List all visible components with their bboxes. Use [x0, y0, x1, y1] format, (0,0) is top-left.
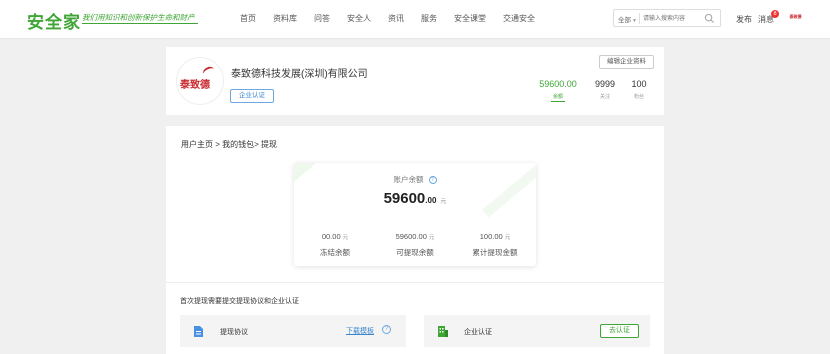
download-template-link[interactable]: 下载模板 — [346, 326, 374, 336]
top-navigation-bar: 安全家 我们用知识和创新保护生命和财产 首页 资料库 问答 安全人 资讯 服务 … — [0, 0, 830, 39]
agreement-title: 提现协议 — [220, 329, 248, 336]
help-icon[interactable]: ? — [428, 176, 437, 185]
certification-item: 企业认证 去认证 — [424, 315, 650, 347]
search-box: 全部▼ — [613, 9, 721, 27]
section-divider — [166, 282, 664, 283]
nav-item-safety-class[interactable]: 安全课堂 — [454, 13, 486, 24]
message-count-badge: 8 — [771, 10, 779, 18]
withdrawable-balance-value: 59600.00 — [395, 232, 427, 241]
total-withdrawn-label: 累计提现金额 — [472, 248, 518, 257]
chevron-down-icon: ▼ — [632, 18, 637, 24]
building-icon — [438, 326, 448, 337]
search-scope-select[interactable]: 全部▼ — [618, 14, 637, 24]
frozen-balance-value: 00.00 — [321, 232, 341, 241]
balance-value: 59600.00 — [539, 79, 577, 89]
stat-fans[interactable]: 100 粉丝 — [624, 79, 654, 100]
frozen-balance-label: 冻结余额 — [320, 248, 350, 257]
help-icon[interactable]: ? — [382, 325, 391, 334]
balance-amount-decimal: .00 — [425, 196, 437, 205]
balance-amount-integer: 59600 — [383, 190, 426, 207]
site-slogan: 我们用知识和创新保护生命和财产 — [82, 12, 198, 24]
balance-amount: 59600.00 元 — [294, 190, 536, 208]
withdraw-panel: 用户主页 > 我的钱包> 提现 账户余额? 59600.00 元 00.00 元 冻… — [166, 126, 664, 354]
fans-value: 100 — [631, 79, 647, 89]
search-separator — [639, 13, 640, 24]
nav-item-qa[interactable]: 问答 — [314, 13, 330, 24]
nav-item-home[interactable]: 首页 — [240, 13, 256, 24]
total-withdrawn-value: 100.00 — [479, 232, 503, 241]
site-logo[interactable]: 安全家 — [27, 8, 81, 33]
following-label: 关注 — [599, 94, 610, 100]
search-icon[interactable] — [704, 13, 715, 24]
withdrawable-balance: 59600.00 元 可提现余额 — [375, 232, 455, 258]
nav-item-news[interactable]: 资讯 — [388, 13, 404, 24]
balance-amount-unit: 元 — [440, 199, 447, 205]
go-certify-button[interactable]: 去认证 — [600, 324, 639, 338]
company-cert-button[interactable]: 企业认证 — [230, 89, 274, 103]
breadcrumb: 用户主页 > 我的钱包> 提现 — [181, 140, 278, 149]
withdraw-notice: 首次提现需要提交提现协议和企业认证 — [180, 298, 299, 305]
total-withdrawn: 100.00 元 累计提现金额 — [455, 232, 535, 258]
document-icon — [194, 326, 203, 337]
fans-label: 粉丝 — [633, 94, 644, 100]
publish-button[interactable]: 发布 — [736, 14, 752, 25]
following-value: 9999 — [594, 79, 616, 89]
certification-title: 企业认证 — [464, 329, 492, 336]
balance-title: 账户余额? — [294, 174, 536, 185]
main-nav: 首页 资料库 问答 安全人 资讯 服务 安全课堂 交通安全 — [240, 13, 552, 24]
stat-balance[interactable]: 59600.00 余额 — [533, 79, 583, 102]
user-avatar[interactable]: 泰致德 — [787, 12, 804, 22]
balance-underline — [551, 101, 565, 102]
frozen-balance: 00.00 元 冻结余额 — [295, 232, 375, 258]
nav-item-traffic-safety[interactable]: 交通安全 — [503, 13, 535, 24]
company-logo: 泰致德 — [176, 57, 224, 105]
nav-item-safety-people[interactable]: 安全人 — [347, 13, 371, 24]
company-name: 泰致德科技发展(深圳)有限公司 — [231, 69, 368, 80]
company-logo-text: 泰致德 — [180, 80, 210, 91]
account-balance-card: 账户余额? 59600.00 元 00.00 元 冻结余额 59600.00 元 可提… — [294, 163, 536, 266]
nav-item-library[interactable]: 资料库 — [273, 13, 297, 24]
nav-item-services[interactable]: 服务 — [421, 13, 437, 24]
search-input[interactable] — [643, 12, 703, 25]
stat-following[interactable]: 9999 关注 — [590, 79, 620, 100]
company-profile-card: 泰致德 泰致德科技发展(深圳)有限公司 企业认证 编辑企业资料 59600.00… — [166, 47, 664, 115]
edit-company-button[interactable]: 编辑企业资料 — [599, 55, 654, 69]
balance-label: 余额 — [552, 94, 563, 100]
agreement-item: 提现协议 下载模板 ? — [180, 315, 406, 347]
withdrawable-balance-label: 可提现余额 — [396, 248, 434, 257]
